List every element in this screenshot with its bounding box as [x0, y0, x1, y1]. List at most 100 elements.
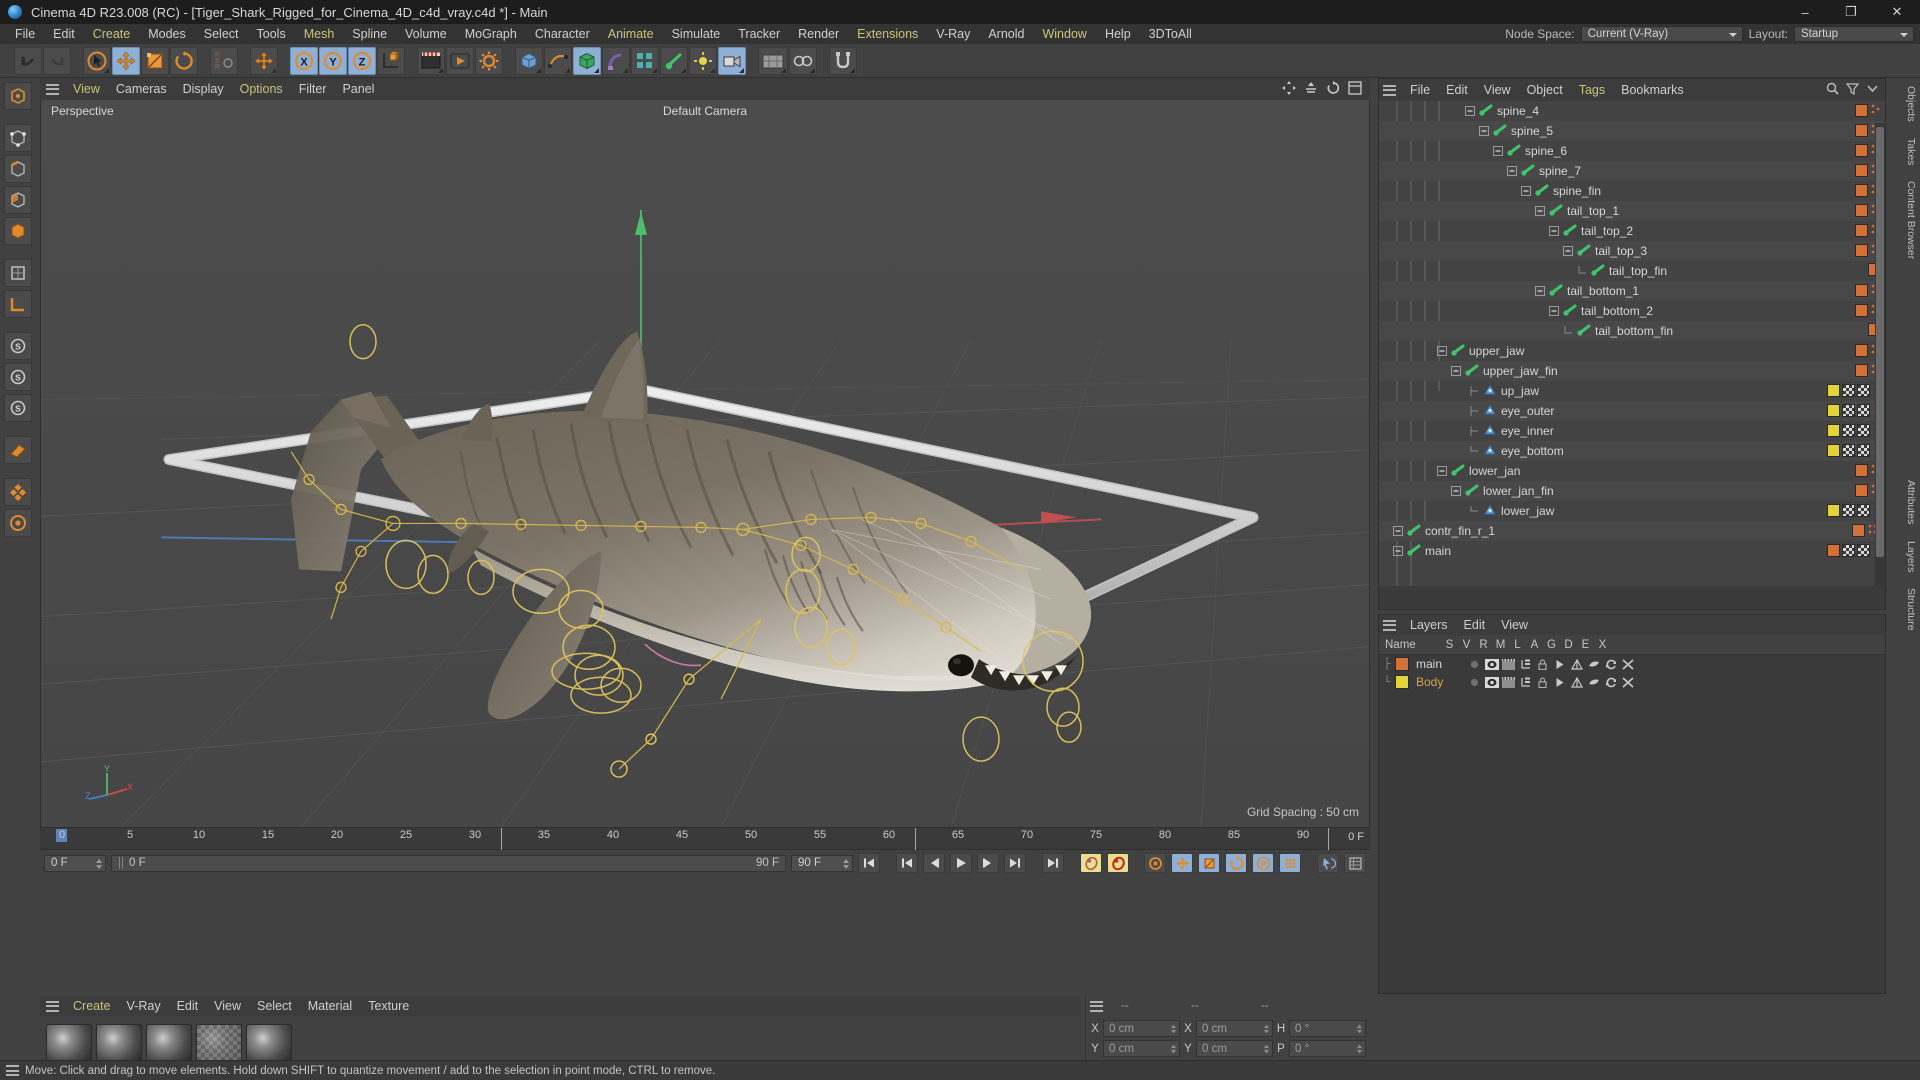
render-toggle-icon[interactable]	[1500, 676, 1517, 688]
layer-row-main[interactable]: ├ main	[1379, 655, 1885, 673]
menu-item-character[interactable]: Character	[526, 24, 599, 44]
world-coordinates-button[interactable]	[250, 46, 278, 75]
scale-key-button[interactable]	[1198, 853, 1220, 873]
menu-item-extensions[interactable]: Extensions	[848, 24, 927, 44]
object-row-tail_bottom_fin[interactable]: tail_bottom_fin	[1379, 321, 1885, 341]
display-tag-icon[interactable]	[1855, 164, 1868, 177]
display-tag-icon[interactable]	[1827, 544, 1840, 557]
tag-dots-icon[interactable]	[1870, 103, 1881, 118]
display-tag-icon[interactable]	[1855, 304, 1868, 317]
viewport-menu-filter[interactable]: Filter	[291, 82, 335, 96]
object-row-spine_6[interactable]: spine_6	[1379, 141, 1885, 161]
filter-icon[interactable]	[1845, 82, 1860, 98]
current-frame-field[interactable]: 0 F	[44, 854, 106, 872]
size-x-input[interactable]: 0 cm	[1196, 1020, 1273, 1037]
display-tag-icon[interactable]	[1827, 444, 1840, 457]
menu-item-render[interactable]: Render	[789, 24, 848, 44]
menu-item-mograph[interactable]: MoGraph	[456, 24, 526, 44]
manager-toggle-icon[interactable]	[1517, 659, 1534, 670]
mograph-cloner-button[interactable]	[631, 46, 659, 75]
expander-icon[interactable]	[1393, 544, 1403, 559]
expander-icon[interactable]	[1535, 284, 1545, 299]
material-menu-vray[interactable]: V-Ray	[119, 999, 169, 1013]
layers-menu-view[interactable]: View	[1493, 618, 1536, 632]
preview-range-bar[interactable]: || 0 F 90 F	[111, 854, 786, 872]
viewport-menu-panel[interactable]: Panel	[334, 82, 382, 96]
expander-icon[interactable]	[1563, 244, 1573, 259]
object-menu-bookmarks[interactable]: Bookmarks	[1613, 83, 1692, 97]
layers-menu-edit[interactable]: Edit	[1456, 618, 1494, 632]
maximize-button[interactable]: ❐	[1828, 0, 1874, 24]
cube-primitive-button[interactable]	[515, 46, 543, 75]
tab-layers[interactable]: Layers	[1904, 533, 1918, 581]
bend-deformer-button[interactable]	[602, 46, 630, 75]
snap-settings-button[interactable]	[829, 46, 857, 75]
object-menu-file[interactable]: File	[1402, 83, 1438, 97]
display-tag-icon[interactable]	[1855, 364, 1868, 377]
animation-toggle-icon[interactable]	[1551, 677, 1568, 688]
menu-item-arnold[interactable]: Arnold	[979, 24, 1033, 44]
menu-item-volume[interactable]: Volume	[396, 24, 456, 44]
end-frame-field[interactable]: 90 F	[791, 854, 853, 872]
go-to-previous-key-button[interactable]	[896, 853, 918, 873]
menu-item-3dtoall[interactable]: 3DToAll	[1140, 24, 1201, 44]
live-selection-button[interactable]	[83, 46, 111, 75]
z-axis-lock-button[interactable]: Z	[348, 46, 376, 75]
xpresso-toggle-icon[interactable]	[1619, 658, 1636, 670]
object-hamburger-icon[interactable]	[1383, 84, 1396, 96]
texture-tag-icon[interactable]	[1857, 504, 1870, 517]
object-row-upper_jaw_fin[interactable]: upper_jaw_fin	[1379, 361, 1885, 381]
expander-icon[interactable]	[1549, 304, 1559, 319]
display-tag-icon[interactable]	[1855, 204, 1868, 217]
move-tool-button[interactable]	[112, 46, 140, 75]
rotation-key-button[interactable]	[1225, 853, 1247, 873]
animation-toggle-icon[interactable]	[1551, 659, 1568, 670]
minimize-button[interactable]: –	[1782, 0, 1828, 24]
texture-tag-icon[interactable]	[1842, 544, 1855, 557]
viewport-menu-options[interactable]: Options	[232, 82, 291, 96]
rotate-tool-button[interactable]	[170, 46, 198, 75]
edge-mode-button[interactable]	[4, 155, 32, 183]
tab-content-browser[interactable]: Content Browser	[1904, 173, 1918, 267]
texture-tag-icon[interactable]	[1842, 384, 1855, 397]
position-x-input[interactable]: 0 cm	[1103, 1020, 1180, 1037]
tab-structure[interactable]: Structure	[1904, 580, 1918, 639]
menu-item-create[interactable]: Create	[84, 24, 140, 44]
undo-button[interactable]	[14, 46, 42, 75]
autokeying-button[interactable]	[1107, 853, 1129, 873]
display-tag-icon[interactable]	[1827, 404, 1840, 417]
viewport-hamburger-icon[interactable]	[46, 83, 59, 95]
manager-toggle-icon[interactable]	[1517, 677, 1534, 688]
render-region-button[interactable]	[446, 46, 474, 75]
object-axis-button[interactable]	[377, 46, 405, 75]
object-menu-tags[interactable]: Tags	[1571, 83, 1613, 97]
object-row-tail_top_1[interactable]: tail_top_1	[1379, 201, 1885, 221]
display-tag-icon[interactable]	[1855, 104, 1868, 117]
play-button[interactable]	[950, 853, 972, 873]
texture-tag-icon[interactable]	[1857, 544, 1870, 557]
menu-item-file[interactable]: File	[6, 24, 44, 44]
record-active-objects-button[interactable]	[1080, 853, 1102, 873]
point-level-animation-button[interactable]	[1279, 853, 1301, 873]
expander-icon[interactable]	[1437, 344, 1447, 359]
expander-icon[interactable]	[1465, 104, 1475, 119]
expander-icon[interactable]	[1451, 484, 1461, 499]
go-to-next-key-button[interactable]	[1004, 853, 1026, 873]
generator-toggle-icon[interactable]	[1568, 676, 1585, 688]
object-tags[interactable]	[1855, 103, 1881, 118]
display-tag-icon[interactable]	[1855, 464, 1868, 477]
texture-tag-icon[interactable]	[1842, 424, 1855, 437]
material-menu-select[interactable]: Select	[249, 999, 300, 1013]
node-space-dropdown[interactable]: Current (V-Ray)	[1580, 26, 1743, 42]
psr-button[interactable]: PSR	[210, 46, 238, 75]
enable-snap-button[interactable]: S	[4, 363, 32, 391]
tab-attributes[interactable]: Attributes	[1904, 472, 1918, 532]
display-tag-icon[interactable]	[1855, 344, 1868, 357]
material-menu-view[interactable]: View	[206, 999, 249, 1013]
texture-tag-icon[interactable]	[1857, 444, 1870, 457]
zoom-view-icon[interactable]	[1304, 81, 1318, 98]
parameter-key-button[interactable]: P	[1252, 853, 1274, 873]
light-button[interactable]	[689, 46, 717, 75]
menu-item-animate[interactable]: Animate	[599, 24, 663, 44]
menu-item-help[interactable]: Help	[1096, 24, 1140, 44]
